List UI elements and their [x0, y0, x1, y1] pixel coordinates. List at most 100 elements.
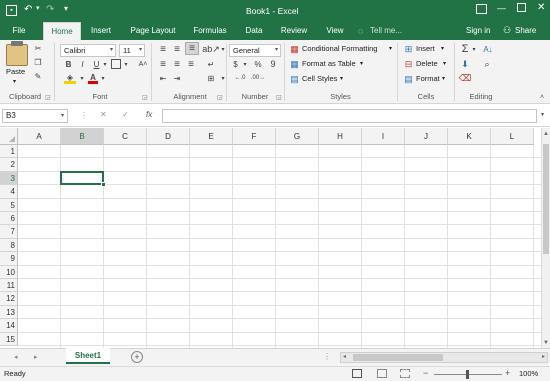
format-painter-icon[interactable]: ✎ [33, 71, 43, 81]
insert-button[interactable]: Insert [416, 43, 435, 55]
save-icon[interactable]: ▪ [6, 5, 17, 16]
cut-icon[interactable]: ✂ [33, 43, 43, 53]
dialog-launcher-icon[interactable]: ◲ [142, 94, 148, 101]
tab-file[interactable]: File [4, 22, 34, 40]
close-icon[interactable]: ✕ [537, 2, 545, 13]
redo-icon[interactable]: ↷ [46, 4, 54, 15]
row-header-2[interactable]: 2 [0, 158, 18, 172]
copy-icon[interactable]: ❐ [33, 57, 43, 67]
number-format-combo[interactable]: General ▾ [229, 44, 281, 57]
find-select-icon[interactable]: ⌕ [481, 59, 493, 69]
dialog-launcher-icon[interactable]: ◲ [217, 94, 223, 101]
tell-me-input[interactable]: Tell me... [370, 26, 402, 35]
row-header-9[interactable]: 9 [0, 252, 18, 266]
top-align-icon[interactable]: ≡ [157, 44, 169, 55]
zoom-slider-thumb[interactable] [466, 370, 469, 379]
paste-icon[interactable] [6, 44, 28, 66]
column-header-l[interactable]: L [491, 128, 534, 145]
zoom-out-button[interactable]: − [423, 368, 428, 378]
increase-font-icon[interactable]: A˄ [138, 59, 148, 69]
comma-button[interactable]: 9 [268, 59, 278, 69]
fill-handle[interactable] [101, 182, 106, 188]
enter-icon[interactable]: ✓ [122, 110, 129, 119]
align-right-icon[interactable]: ≡ [185, 59, 197, 70]
share-button[interactable]: Share [515, 26, 536, 35]
column-header-b[interactable]: B [61, 128, 104, 145]
tab-view[interactable]: View [322, 22, 348, 40]
sort-filter-icon[interactable]: A↓ [481, 43, 495, 55]
vertical-scrollbar[interactable]: ▲ ▼ [541, 128, 550, 348]
column-header-h[interactable]: H [319, 128, 362, 145]
minimize-icon[interactable]: — [497, 3, 506, 13]
column-header-i[interactable]: I [362, 128, 405, 145]
row-header-1[interactable]: 1 [0, 145, 18, 159]
horizontal-scroll-thumb[interactable] [353, 354, 443, 361]
bottom-align-icon[interactable]: ≡ [185, 42, 199, 55]
dialog-launcher-icon[interactable]: ◲ [45, 94, 51, 101]
tab-data[interactable]: Data [240, 22, 268, 40]
column-header-e[interactable]: E [190, 128, 233, 145]
delete-button[interactable]: Delete [416, 58, 438, 70]
increase-decimal-icon[interactable]: ←.0 [233, 73, 247, 83]
italic-button[interactable]: I [78, 59, 87, 69]
autosum-button[interactable]: Σ [459, 43, 471, 55]
fill-color-icon[interactable]: ◈ [64, 73, 76, 84]
collapse-ribbon-icon[interactable]: ˄ [540, 94, 544, 101]
maximize-icon[interactable] [517, 3, 526, 12]
formula-input[interactable] [162, 109, 537, 123]
tab-page-layout[interactable]: Page Layout [125, 22, 181, 40]
zoom-in-button[interactable]: + [505, 368, 510, 378]
row-header-4[interactable]: 4 [0, 185, 18, 199]
undo-icon[interactable]: ↶ [24, 4, 32, 15]
row-header-11[interactable]: 11 [0, 279, 18, 293]
row-header-3[interactable]: 3 [0, 171, 18, 186]
font-size-combo[interactable]: 11 ▾ [119, 44, 145, 57]
merge-center-icon[interactable]: ⊞ [204, 73, 218, 83]
dialog-launcher-icon[interactable]: ◲ [276, 94, 282, 101]
format-button[interactable]: Format [416, 73, 440, 85]
cancel-icon[interactable]: ✕ [100, 110, 107, 119]
orientation-icon[interactable]: ab↗ [202, 44, 220, 54]
borders-icon[interactable] [111, 59, 121, 69]
worksheet-grid[interactable]: ABCDEFGHIJKL 1 2 3 4 5 6 7 8 9 10 11 12 13 14 15 ▲ ▼ [0, 128, 550, 348]
row-header-15[interactable]: 15 [0, 332, 18, 346]
sign-in-link[interactable]: Sign in [466, 26, 490, 35]
currency-button[interactable]: $ [231, 59, 240, 69]
row-header-14[interactable]: 14 [0, 319, 18, 333]
row-header-8[interactable]: 8 [0, 238, 18, 253]
align-center-icon[interactable]: ≡ [171, 59, 183, 70]
sheet-tab-sheet1[interactable]: Sheet1 [66, 348, 110, 364]
active-cell[interactable] [60, 170, 106, 188]
row-header-10[interactable]: 10 [0, 265, 18, 279]
normal-view-icon[interactable] [352, 369, 362, 378]
conditional-formatting-button[interactable]: Conditional Formatting [302, 43, 377, 55]
bold-button[interactable]: B [64, 59, 73, 69]
font-color-icon[interactable]: A [88, 73, 98, 84]
row-header-6[interactable]: 6 [0, 212, 18, 226]
ribbon-display-icon[interactable] [476, 4, 487, 14]
column-header-c[interactable]: C [104, 128, 147, 145]
decrease-decimal-icon[interactable]: .00→ [251, 73, 265, 83]
new-sheet-button[interactable]: + [131, 351, 143, 363]
decrease-indent-icon[interactable]: ⇤ [157, 73, 169, 83]
tab-review[interactable]: Review [278, 22, 310, 40]
vertical-scroll-thumb[interactable] [543, 144, 549, 254]
tab-formulas[interactable]: Formulas [188, 22, 232, 40]
insert-function-icon[interactable]: fx [146, 110, 152, 119]
percent-button[interactable]: % [253, 59, 263, 69]
chevron-down-icon[interactable]: ▾ [64, 4, 68, 13]
next-sheet-icon[interactable]: ▸ [34, 353, 38, 361]
row-header-7[interactable]: 7 [0, 225, 18, 239]
row-header-13[interactable]: 13 [0, 305, 18, 320]
zoom-level[interactable]: 100% [519, 369, 538, 378]
prev-sheet-icon[interactable]: ◂ [14, 353, 18, 361]
column-header-f[interactable]: F [233, 128, 276, 145]
row-header-5[interactable]: 5 [0, 198, 18, 212]
fill-icon[interactable]: ⬇ [459, 59, 471, 69]
name-box[interactable]: B3 ▾ [2, 109, 68, 123]
tab-home[interactable]: Home [43, 22, 81, 40]
column-header-g[interactable]: G [276, 128, 319, 145]
column-header-k[interactable]: K [448, 128, 491, 145]
row-header-12[interactable]: 12 [0, 292, 18, 306]
middle-align-icon[interactable]: ≡ [171, 44, 183, 55]
